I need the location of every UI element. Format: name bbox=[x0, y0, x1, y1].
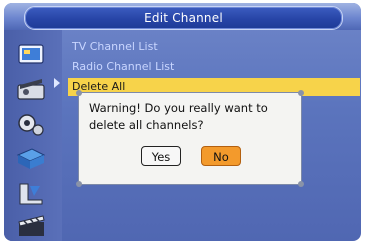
search-icon[interactable] bbox=[14, 112, 48, 138]
sidebar bbox=[4, 30, 62, 241]
corner-dot bbox=[298, 181, 304, 187]
media-icon[interactable] bbox=[14, 213, 48, 239]
corner-dot bbox=[76, 181, 82, 187]
picture-icon[interactable] bbox=[14, 77, 48, 103]
page-title: Edit Channel bbox=[144, 11, 223, 25]
menu-item-radio-channel-list[interactable]: Radio Channel List bbox=[68, 58, 360, 76]
corner-dot bbox=[76, 90, 82, 96]
tv-menu-screen: Edit Channel TV Channel List Radio Chann… bbox=[4, 3, 361, 241]
title-pill: Edit Channel bbox=[24, 6, 343, 30]
menu-item-tv-channel-list[interactable]: TV Channel List bbox=[68, 38, 360, 56]
time-icon[interactable] bbox=[14, 145, 48, 171]
yes-button[interactable]: Yes bbox=[141, 146, 181, 166]
program-icon[interactable] bbox=[14, 42, 48, 68]
title-bar: Edit Channel bbox=[4, 3, 361, 30]
dialog-message: Warning! Do you really want to delete al… bbox=[89, 101, 268, 132]
corner-dot bbox=[298, 90, 304, 96]
active-indicator-icon bbox=[54, 78, 60, 88]
confirm-dialog: Warning! Do you really want to delete al… bbox=[76, 90, 304, 187]
option-icon[interactable] bbox=[14, 180, 48, 206]
no-button[interactable]: No bbox=[201, 146, 241, 166]
